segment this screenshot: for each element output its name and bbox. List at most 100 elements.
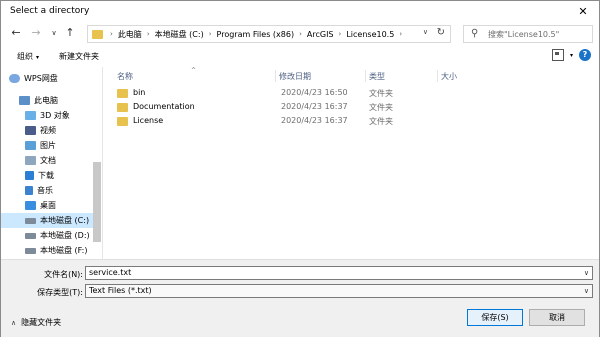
video-icon bbox=[25, 126, 36, 135]
search-input[interactable]: ⚲ 搜索"License10.5" bbox=[463, 25, 593, 43]
column-divider[interactable] bbox=[365, 70, 366, 82]
hide-folders-toggle[interactable]: ∧ 隐藏文件夹 bbox=[11, 317, 61, 328]
navigation-pane: WPS网盘 此电脑 3D 对象 视频 图片 文档 下载 音乐 桌面 本地磁盘 (… bbox=[1, 67, 103, 259]
file-row[interactable]: Documentation 2020/4/23 16:37 文件夹 bbox=[113, 101, 473, 115]
column-header-date[interactable]: 修改日期 bbox=[279, 71, 311, 82]
breadcrumb-separator[interactable]: › bbox=[336, 30, 345, 38]
view-chevron-down-icon[interactable]: ▾ bbox=[570, 52, 573, 59]
sidebar-item-drive-c[interactable]: 本地磁盘 (C:) bbox=[1, 213, 101, 228]
sidebar-item-downloads[interactable]: 下载 bbox=[1, 168, 101, 183]
sidebar-item-label: 本地磁盘 (D:) bbox=[40, 231, 90, 240]
up-arrow-icon[interactable]: ↑ bbox=[63, 26, 77, 40]
computer-icon bbox=[19, 96, 30, 105]
documents-icon bbox=[25, 156, 36, 165]
organize-label: 组织 bbox=[17, 52, 33, 61]
filename-field[interactable]: service.txt ∨ bbox=[85, 266, 593, 280]
command-toolbar: 组织 ▾ 新建文件夹 ▾ ? bbox=[1, 47, 599, 67]
sort-indicator-icon: ^ bbox=[191, 67, 197, 74]
title-bar: Select a directory ✕ bbox=[1, 1, 599, 23]
folder-icon bbox=[117, 117, 128, 126]
breadcrumb-separator[interactable]: › bbox=[396, 30, 405, 38]
refresh-icon[interactable]: ↻ bbox=[437, 27, 445, 38]
filetype-dropdown-icon[interactable]: ∨ bbox=[584, 285, 589, 297]
address-dropdown-icon[interactable]: ∨ bbox=[423, 28, 428, 36]
sidebar-item-drive-f[interactable]: 本地磁盘 (F:) bbox=[1, 243, 101, 258]
chevron-down-icon: ▾ bbox=[36, 54, 40, 61]
breadcrumb-item[interactable]: License10.5 bbox=[344, 30, 396, 39]
desktop-icon bbox=[25, 201, 36, 210]
breadcrumb-separator[interactable]: › bbox=[144, 30, 153, 38]
save-dialog: Select a directory ✕ ← → ∨ ↑ › 此电脑 › 本地磁… bbox=[0, 0, 600, 337]
sidebar-item-pictures[interactable]: 图片 bbox=[1, 138, 101, 153]
sidebar-item-label: 3D 对象 bbox=[40, 111, 70, 120]
navigation-bar: ← → ∨ ↑ › 此电脑 › 本地磁盘 (C:) › Program File… bbox=[1, 23, 599, 45]
back-arrow-icon[interactable]: ← bbox=[9, 26, 23, 40]
sidebar-item-label: 图片 bbox=[40, 141, 56, 150]
close-icon[interactable]: ✕ bbox=[573, 4, 593, 20]
breadcrumb-item[interactable]: Program Files (x86) bbox=[215, 30, 297, 39]
sidebar-item-desktop[interactable]: 桌面 bbox=[1, 198, 101, 213]
sidebar-item-videos[interactable]: 视频 bbox=[1, 123, 101, 138]
filename-label: 文件名(N): bbox=[44, 270, 83, 279]
filename-dropdown-icon[interactable]: ∨ bbox=[584, 267, 589, 279]
sidebar-scrollbar-thumb[interactable] bbox=[93, 162, 101, 242]
download-icon bbox=[25, 171, 34, 180]
file-type: 文件夹 bbox=[369, 89, 393, 98]
recent-locations-chevron-icon[interactable]: ∨ bbox=[47, 26, 61, 40]
forward-arrow-icon[interactable]: → bbox=[29, 26, 43, 40]
cancel-button[interactable]: 取消 bbox=[529, 309, 585, 326]
column-divider[interactable] bbox=[275, 70, 276, 82]
sidebar-item-music[interactable]: 音乐 bbox=[1, 183, 101, 198]
sidebar-item-label: 本地磁盘 (C:) bbox=[40, 216, 90, 225]
folder-icon bbox=[92, 29, 103, 39]
sidebar-item-this-pc[interactable]: 此电脑 bbox=[1, 93, 101, 108]
breadcrumb-item[interactable]: ArcGIS bbox=[305, 30, 336, 39]
file-date: 2020/4/23 16:37 bbox=[281, 102, 348, 111]
sidebar-item-label: 文档 bbox=[40, 156, 56, 165]
view-options-icon[interactable] bbox=[551, 49, 564, 61]
breadcrumb-item[interactable]: 此电脑 bbox=[116, 29, 144, 40]
column-divider[interactable] bbox=[437, 70, 438, 82]
file-name: bin bbox=[133, 88, 146, 97]
save-button[interactable]: 保存(S) bbox=[467, 309, 523, 326]
dialog-footer: 文件名(N): service.txt ∨ 保存类型(T): Text File… bbox=[1, 259, 599, 337]
column-header-size[interactable]: 大小 bbox=[441, 71, 457, 82]
hide-folders-label: 隐藏文件夹 bbox=[21, 318, 62, 327]
breadcrumb-item[interactable]: 本地磁盘 (C:) bbox=[153, 29, 206, 40]
sidebar-item-label: 本地磁盘 (F:) bbox=[40, 246, 88, 255]
sidebar-item-label: 桌面 bbox=[40, 201, 56, 210]
organize-menu-button[interactable]: 组织 ▾ bbox=[17, 51, 39, 62]
new-folder-button[interactable]: 新建文件夹 bbox=[59, 51, 99, 62]
column-header-type[interactable]: 类型 bbox=[369, 71, 385, 82]
file-row[interactable]: License 2020/4/23 16:37 文件夹 bbox=[113, 115, 473, 129]
search-placeholder: 搜索"License10.5" bbox=[488, 30, 560, 39]
sidebar-item-documents[interactable]: 文档 bbox=[1, 153, 101, 168]
sidebar-item-label: 下载 bbox=[38, 171, 54, 180]
dialog-title: Select a directory bbox=[10, 6, 90, 16]
sidebar-item-drive-d[interactable]: 本地磁盘 (D:) bbox=[1, 228, 101, 243]
drive-icon bbox=[25, 232, 36, 239]
breadcrumb-separator[interactable]: › bbox=[206, 30, 215, 38]
sidebar-item-label: 视频 bbox=[40, 126, 56, 135]
sidebar-item-label: 此电脑 bbox=[34, 96, 58, 105]
breadcrumb-separator: › bbox=[110, 30, 113, 38]
file-row[interactable]: bin 2020/4/23 16:50 文件夹 bbox=[113, 87, 473, 101]
music-icon bbox=[25, 186, 33, 195]
breadcrumb-separator[interactable]: › bbox=[296, 30, 305, 38]
column-header-name[interactable]: 名称 bbox=[117, 71, 133, 82]
folder-icon bbox=[117, 89, 128, 98]
filetype-select[interactable]: Text Files (*.txt) ∨ bbox=[85, 284, 593, 298]
drive-icon bbox=[25, 217, 36, 224]
address-bar[interactable]: › 此电脑 › 本地磁盘 (C:) › Program Files (x86) … bbox=[87, 25, 451, 43]
file-name: License bbox=[133, 116, 164, 125]
sidebar-item-3d-objects[interactable]: 3D 对象 bbox=[1, 108, 101, 123]
sidebar-item-wps-cloud[interactable]: WPS网盘 bbox=[1, 71, 101, 86]
file-name: Documentation bbox=[133, 102, 195, 111]
filename-value: service.txt bbox=[89, 268, 132, 277]
file-type: 文件夹 bbox=[369, 103, 393, 112]
pictures-icon bbox=[25, 141, 36, 150]
cloud-icon bbox=[9, 74, 20, 83]
help-icon[interactable]: ? bbox=[579, 49, 591, 61]
sidebar-item-label: 音乐 bbox=[37, 186, 53, 195]
file-date: 2020/4/23 16:50 bbox=[281, 88, 348, 97]
